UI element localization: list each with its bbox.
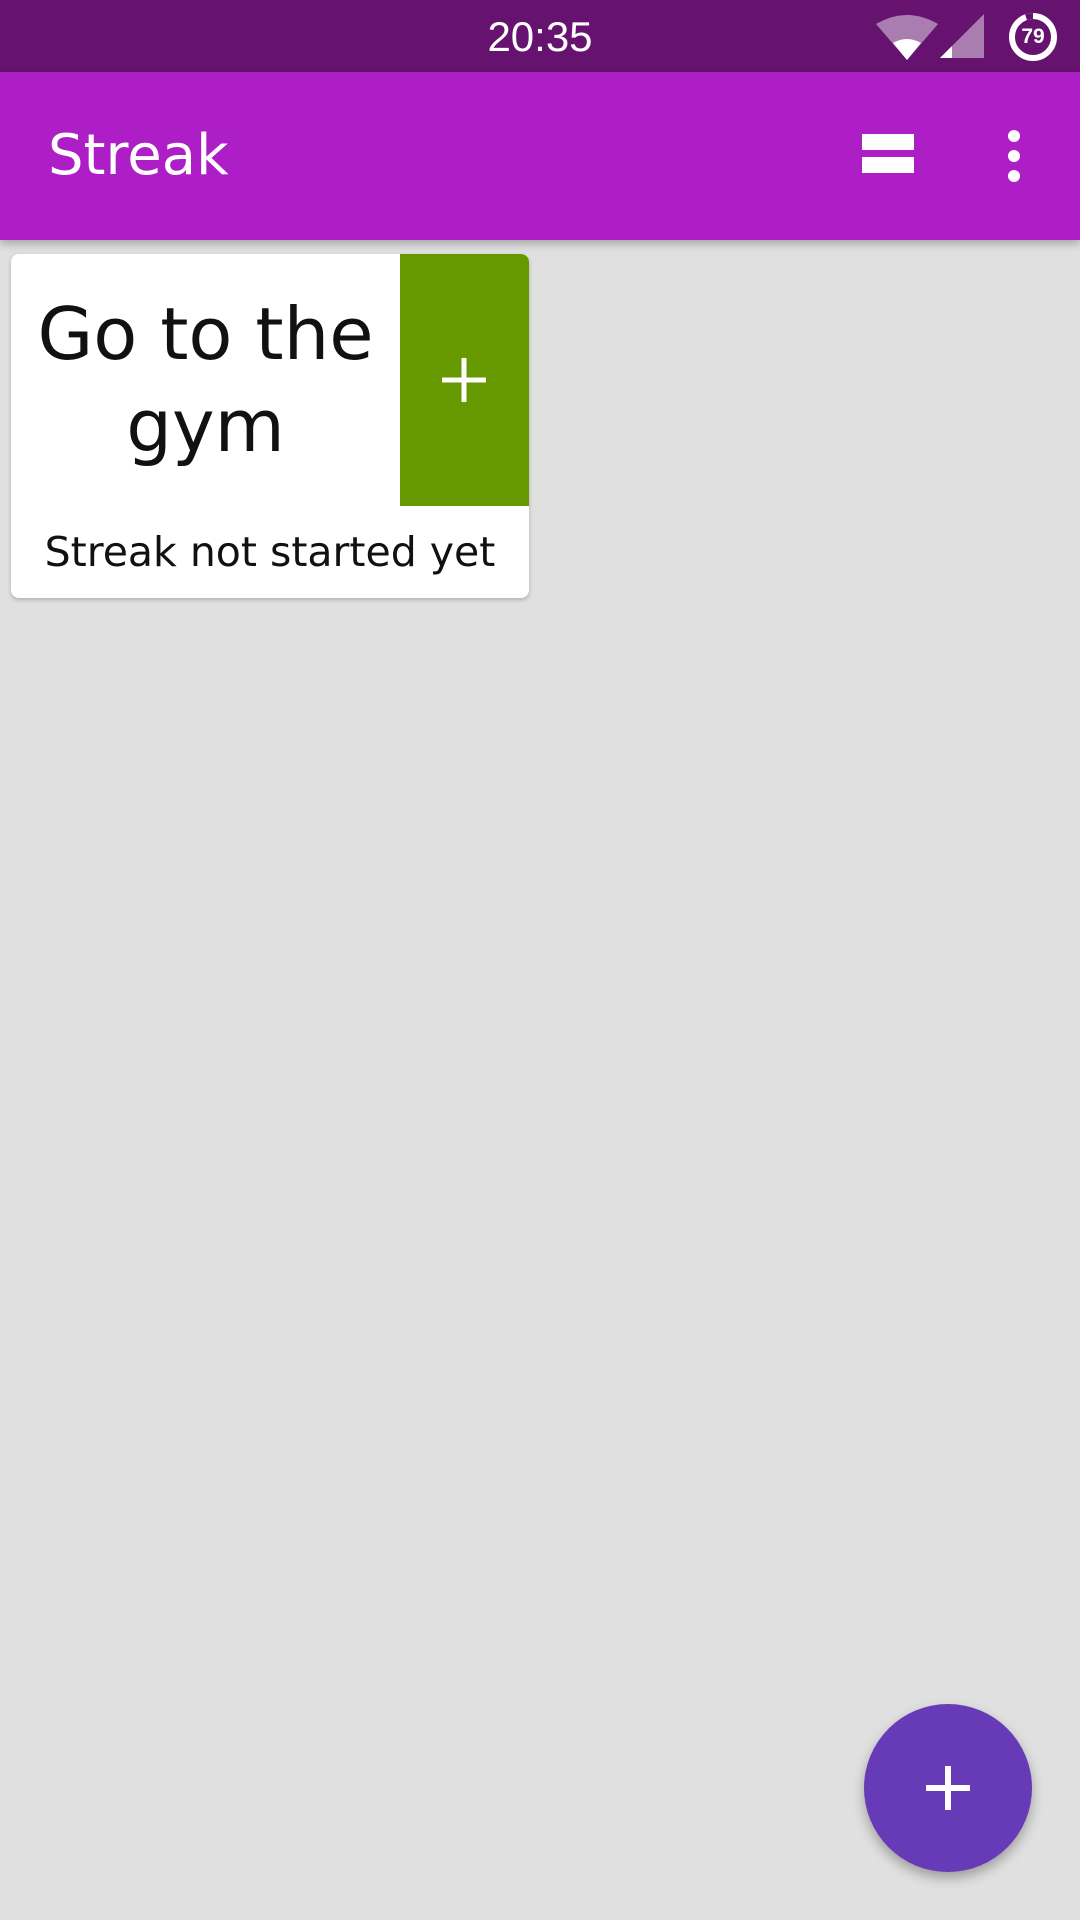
more-options-button[interactable] (984, 120, 1044, 192)
more-vert-icon (1008, 130, 1020, 182)
app-screen: 20:35 79 Streak Go to the gym Streak not… (0, 0, 1080, 1920)
app-bar: Streak (0, 72, 1080, 240)
cellular-signal-icon (940, 14, 984, 58)
status-bar: 20:35 79 (0, 0, 1080, 72)
increment-streak-button[interactable] (400, 254, 529, 506)
streak-title: Go to the gym (37, 292, 374, 468)
battery-icon: 79 (1008, 12, 1058, 62)
add-streak-fab[interactable] (864, 1704, 1032, 1872)
layout-toggle-icon (862, 134, 914, 173)
streak-title-area: Go to the gym (11, 254, 400, 506)
wifi-icon (876, 14, 938, 60)
app-title: Streak (48, 123, 229, 188)
plus-icon (442, 358, 486, 402)
streak-card[interactable]: Go to the gym Streak not started yet (11, 254, 529, 598)
layout-toggle-button[interactable] (850, 120, 930, 192)
battery-level: 79 (1021, 25, 1045, 48)
streak-status: Streak not started yet (44, 528, 496, 576)
plus-icon (926, 1766, 970, 1810)
